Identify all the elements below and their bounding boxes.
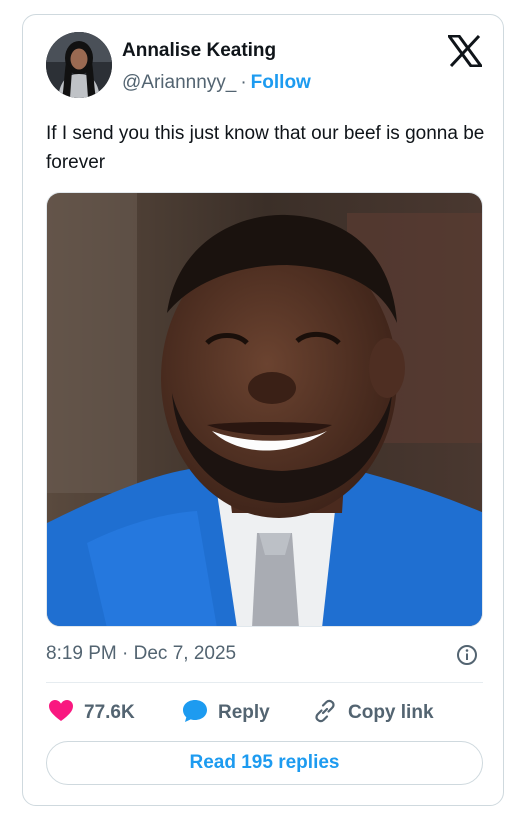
avatar-photo [46,32,112,98]
author-name[interactable]: Annalise Keating [122,40,276,62]
link-icon [312,698,338,729]
tweet-text: If I send you this just know that our be… [46,123,485,173]
heart-icon [48,699,74,728]
like-button[interactable]: 77.6K [48,699,135,727]
follow-button[interactable]: Follow [251,72,311,93]
tweet-timestamp[interactable]: 8:19 PM · Dec 7, 2025 [46,643,236,665]
tweet-embed-card: Annalise Keating @Ariannnyy_ · Follow If I… [22,14,504,806]
reply-bubble-icon [182,699,208,728]
like-count: 77.6K [84,702,135,723]
reply-label: Reply [218,702,270,723]
avatar[interactable] [46,32,112,98]
reply-button[interactable]: Reply [182,699,270,727]
x-logo-icon[interactable] [446,34,484,68]
author-handle[interactable]: @Ariannnyy_ [122,72,236,93]
info-icon[interactable] [456,644,478,666]
separator-dot: · [240,72,247,93]
read-replies-button[interactable]: Read 195 replies [46,741,483,785]
tweet-media-image[interactable] [46,192,483,627]
author-handle-row: @Ariannnyy_ · Follow [122,72,311,94]
divider [46,682,483,683]
copy-link-button[interactable]: Copy link [312,699,434,727]
copy-link-label: Copy link [348,702,434,723]
